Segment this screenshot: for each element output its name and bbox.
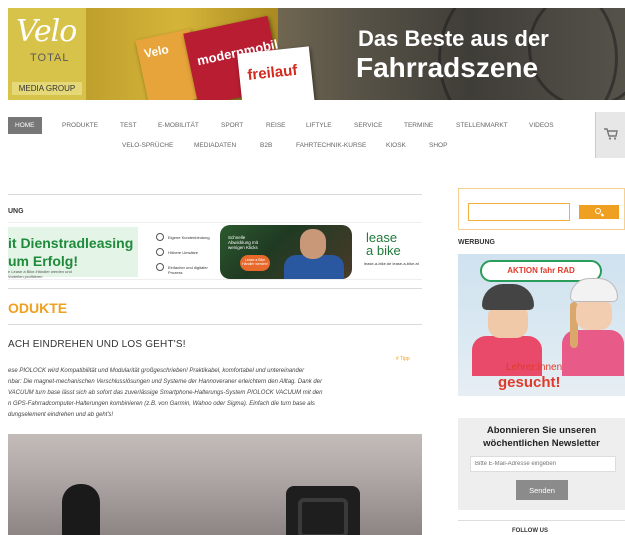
handshake-icon	[156, 233, 164, 241]
leasing-ad[interactable]: it Dienstradleasing um Erfolg! e Lease a…	[8, 222, 422, 280]
helmet	[570, 278, 618, 302]
nav-item-service[interactable]: SERVICE	[354, 122, 382, 129]
ad-brand-line: a bike	[366, 243, 401, 258]
ad-brand-url: lease-a-bike.de lease-a-bike.at	[364, 261, 419, 266]
divider	[8, 324, 422, 325]
ad-brand: lease a bike	[366, 231, 401, 257]
ad-child	[576, 298, 612, 330]
section-title[interactable]: ODUKTE	[8, 300, 67, 316]
ad-small-text: Vorteilen profitieren	[8, 274, 43, 279]
ad-feature: Eigene Kundenbindung	[168, 235, 210, 240]
nav-item-termine[interactable]: TERMINE	[404, 122, 433, 129]
article-line: dungselement eindrehen und ab geht's!	[8, 412, 114, 418]
nav-item-stellenmarkt[interactable]: STELLENMARKT	[456, 122, 508, 129]
newsletter-title: Abonnieren Sie unseren wöchentlichen New…	[458, 424, 625, 450]
ad-feature: Höhere Umsätze	[168, 250, 199, 255]
ad-text-panel: it Dienstradleasing um Erfolg! e Lease a…	[8, 227, 138, 279]
handlebar-grip	[62, 484, 100, 535]
page: Velo TOTAL MEDIA GROUP Velo modernmobil …	[0, 0, 625, 535]
header-banner: Velo TOTAL MEDIA GROUP Velo modernmobil …	[8, 8, 625, 100]
nav-item-kiosk[interactable]: KIOSK	[386, 142, 406, 149]
nav-item-b2b[interactable]: B2B	[260, 142, 272, 149]
follow-label: FOLLOW US	[512, 528, 548, 534]
slogan-line2: Fahrradszene	[356, 52, 539, 83]
ad-feature: Einfacher und digitaler Prozess	[168, 265, 208, 275]
cart-icon	[604, 128, 618, 140]
magazine-cover: freilauf	[237, 46, 315, 100]
divider	[458, 520, 625, 521]
laptop-icon	[156, 263, 164, 271]
search-icon	[595, 208, 601, 214]
article-line: ese PIOLOCK wird Kompatibilität und Modu…	[8, 368, 305, 374]
newsletter-submit-button[interactable]: Senden	[516, 480, 568, 500]
logo[interactable]: Velo TOTAL MEDIA GROUP	[8, 8, 86, 100]
nav-item-e-mobilitaet[interactable]: E-MOBILITÄT	[158, 122, 199, 129]
sidebar-ad[interactable]: AKTION fahr RAD Lehrer:innen gesucht!	[458, 254, 625, 396]
newsletter-box: Abonnieren Sie unseren wöchentlichen New…	[458, 418, 625, 510]
newsletter-title-line: wöchentlichen Newsletter	[483, 438, 600, 449]
phone-mount-frame	[298, 498, 348, 535]
ad-text: gesucht!	[498, 374, 561, 391]
logo-brand: Velo	[16, 14, 77, 49]
nav-item-produkte[interactable]: PRODUKTE	[62, 122, 98, 129]
nav-item-mediadaten[interactable]: MEDIADATEN	[194, 142, 236, 149]
search-input[interactable]	[468, 203, 570, 221]
article-line: nbar: Die magnet-mechanischen Verschluss…	[8, 379, 323, 385]
nav-item-shop[interactable]: SHOP	[429, 142, 447, 149]
article-line: VACUUM turn base lässt sich ab sofort da…	[8, 390, 323, 396]
nav-item-sport[interactable]: SPORT	[221, 122, 243, 129]
phone-mount	[286, 486, 360, 535]
magazine-title: Velo	[142, 42, 170, 61]
article-line: n GPS-Fahrradcomputer-Halterungen kombin…	[8, 401, 315, 407]
search-box	[458, 188, 625, 230]
nav-item-velo-sprueche[interactable]: VELO-SPRÜCHE	[122, 142, 173, 149]
newsletter-title-line: Abonnieren Sie unseren	[486, 425, 597, 436]
nav-item-lifestyle[interactable]: LIFTYLE	[306, 122, 332, 129]
nav-item-test[interactable]: TEST	[120, 122, 137, 129]
helmet	[482, 284, 534, 310]
ad-text: Lehrer:innen	[506, 362, 563, 373]
cash-icon	[156, 248, 164, 256]
logo-sub: TOTAL	[30, 52, 70, 64]
nav-item-videos[interactable]: VIDEOS	[529, 122, 554, 129]
nav-item-reise[interactable]: REISE	[266, 122, 286, 129]
ad-headline: um Erfolg!	[8, 253, 78, 269]
article-body: ese PIOLOCK wird Kompatibilität und Modu…	[8, 366, 420, 421]
nav-item-fahrtechnik-kurse[interactable]: FAHRTECHNIK-KURSE	[296, 142, 366, 149]
ad-photo-tag: Lease a Bike Händler werden!	[240, 255, 270, 271]
article-title[interactable]: ACH EINDREHEN UND LOS GEHT'S!	[8, 339, 186, 350]
sidebar-ad-label: WERBUNG	[458, 239, 495, 246]
slogan-line1: Das Beste aus der	[358, 26, 549, 51]
magazine-title: freilauf	[246, 61, 299, 84]
ad-person	[300, 229, 326, 259]
divider	[8, 288, 422, 289]
ad-photo: Schnelle Abwicklung mit wenigen Klicks L…	[220, 225, 352, 279]
ad-label: UNG	[8, 208, 24, 215]
search-button[interactable]	[579, 205, 619, 219]
ad-photo-text: Schnelle Abwicklung mit wenigen Klicks	[228, 235, 259, 250]
article-image[interactable]	[8, 434, 422, 535]
divider	[8, 194, 422, 195]
banner-wheel	[528, 8, 625, 100]
nav-item-home[interactable]: HOME	[8, 117, 42, 134]
newsletter-email-field[interactable]	[470, 456, 616, 472]
ad-headline: it Dienstradleasing	[8, 235, 134, 251]
article-tag[interactable]: # Tipp	[396, 356, 410, 362]
logo-group: MEDIA GROUP	[12, 82, 82, 95]
main-nav: HOME PRODUKTE TEST E-MOBILITÄT SPORT REI…	[8, 112, 625, 160]
cart-button[interactable]	[595, 112, 625, 158]
